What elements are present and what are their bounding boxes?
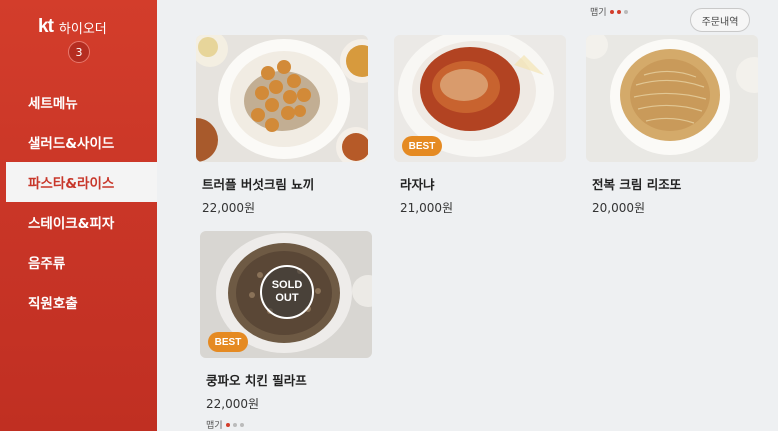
product-card[interactable]: SOLD OUT BEST 쿵파오 치킨 필라프 22,000원 맵기: [200, 231, 372, 431]
spice-dot: [609, 9, 614, 14]
sidebar-item-pasta-rice[interactable]: 파스타&라이스: [6, 162, 157, 202]
best-badge: BEST: [402, 136, 442, 156]
spice-label: 맵기: [206, 421, 223, 431]
product-price: 21,000원: [400, 201, 454, 215]
spice-dot: [616, 9, 621, 14]
spice-label: 맵기: [590, 8, 607, 18]
order-history-button[interactable]: 주문내역: [690, 8, 750, 32]
cart-count-badge[interactable]: 3: [68, 41, 90, 63]
product-name: 라자냐: [400, 177, 435, 192]
sidebar-item-steak-pizza[interactable]: 스테이크&피자: [0, 202, 157, 242]
product-card[interactable]: 트러플 버섯크림 뇨끼 22,000원: [196, 35, 368, 216]
product-price: 22,000원: [206, 397, 260, 411]
product-name: 전복 크림 리조또: [592, 177, 682, 192]
product-card[interactable]: BEST 라자냐 21,000원: [394, 35, 566, 216]
spice-indicator: 맵기: [590, 5, 628, 18]
sold-out-line2: OUT: [275, 292, 299, 304]
spice-indicator: 맵기: [206, 418, 372, 431]
spice-dot: [623, 9, 628, 14]
product-image: [196, 35, 368, 162]
sidebar-item-salad-side[interactable]: 샐러드&사이드: [0, 122, 157, 162]
sidebar-item-staff-call[interactable]: 직원호출: [0, 282, 157, 322]
kt-logo: kt: [38, 16, 54, 37]
spice-dot: [225, 422, 230, 427]
brand-logo: kt 하이오더: [38, 16, 107, 38]
spice-dot: [239, 422, 244, 427]
product-price: 20,000원: [592, 201, 646, 215]
sidebar-item-set-menu[interactable]: 세트메뉴: [0, 82, 157, 122]
product-name: 쿵파오 치킨 필라프: [206, 373, 307, 388]
brand-name: 하이오더: [58, 21, 107, 37]
product-image: BEST: [394, 35, 566, 162]
menu-grid: 맵기 주문내역 트러플 버섯크림 뇨끼 22,000원 BEST 라자냐 21,…: [157, 0, 778, 431]
product-image: SOLD OUT BEST: [200, 231, 372, 358]
sidebar-item-drinks[interactable]: 음주류: [0, 242, 157, 282]
spice-dot: [232, 422, 237, 427]
product-image: [586, 35, 758, 162]
product-price: 22,000원: [202, 201, 256, 215]
product-card[interactable]: 전복 크림 리조또 20,000원: [586, 35, 758, 216]
sold-out-badge: SOLD OUT: [260, 265, 314, 319]
best-badge: BEST: [208, 332, 248, 352]
sidebar: kt 하이오더 3 세트메뉴 샐러드&사이드 파스타&라이스 스테이크&피자 음…: [0, 0, 157, 431]
category-menu: 세트메뉴 샐러드&사이드 파스타&라이스 스테이크&피자 음주류 직원호출: [0, 82, 157, 322]
sold-out-line1: SOLD: [271, 279, 303, 291]
product-name: 트러플 버섯크림 뇨끼: [202, 177, 315, 192]
